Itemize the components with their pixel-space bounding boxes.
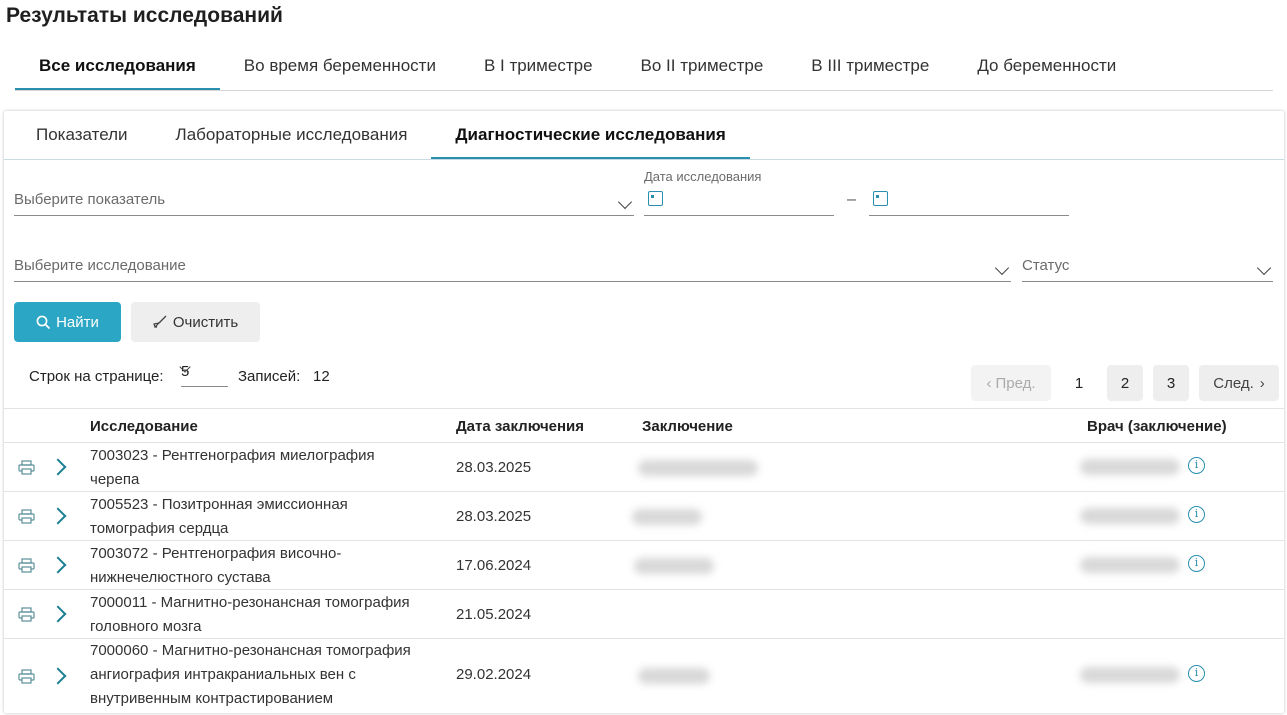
- study-name-line: 7000060 - Магнитно-резонансная томографи…: [90, 642, 411, 659]
- study-name-line: 7000011 - Магнитно-резонансная томографи…: [90, 594, 410, 611]
- table-row[interactable]: 7003023 - Рентгенография миелография чер…: [4, 443, 1284, 492]
- records-count: 12: [313, 368, 330, 385]
- next-page-button[interactable]: След. ›: [1199, 365, 1279, 401]
- study-name-line: нижнечелюстного сустава: [90, 569, 271, 586]
- chevron-right-icon[interactable]: [49, 667, 67, 685]
- tab-indicators[interactable]: Показатели: [12, 111, 152, 159]
- study-name-line: 7003072 - Рентгенография височно-: [90, 545, 342, 562]
- header-doctor[interactable]: Врач (заключение): [1087, 418, 1227, 435]
- chevron-right-icon[interactable]: [49, 556, 67, 574]
- period-tabs: Все исследования Во время беременности В…: [15, 44, 1273, 91]
- doctor-redacted: [1080, 667, 1180, 683]
- doctor-redacted: [1080, 557, 1180, 573]
- date-separator: –: [847, 191, 856, 208]
- study-name-line: головного мозга: [90, 618, 202, 635]
- chevron-right-icon[interactable]: [49, 507, 67, 525]
- rows-per-page-label: Строк на странице:: [29, 368, 164, 385]
- table-row[interactable]: 7000060 - Магнитно-резонансная томографи…: [4, 639, 1284, 713]
- info-icon[interactable]: i: [1188, 665, 1205, 682]
- prev-page-label: Пред.: [995, 374, 1036, 392]
- chevron-down-icon: [617, 194, 633, 210]
- page-button-1[interactable]: 1: [1061, 365, 1097, 401]
- study-name-line: внутривенным контрастированием: [90, 690, 334, 707]
- prev-page-button[interactable]: ‹ Пред.: [971, 365, 1051, 401]
- tab-lab-studies[interactable]: Лабораторные исследования: [152, 111, 432, 159]
- table-row[interactable]: 7000011 - Магнитно-резонансная томографи…: [4, 590, 1284, 639]
- conclusion-date: 29.02.2024: [456, 666, 532, 683]
- header-study[interactable]: Исследование: [90, 418, 198, 435]
- conclusion-date: 28.03.2025: [456, 459, 532, 476]
- study-name-line: томография сердца: [90, 520, 229, 537]
- chevron-left-icon: ‹: [986, 374, 992, 392]
- indicator-select[interactable]: Выберите показатель: [14, 183, 634, 216]
- tab-during-pregnancy[interactable]: Во время беременности: [220, 44, 460, 90]
- tab-trimester-1[interactable]: В I триместре: [460, 44, 617, 90]
- chevron-down-icon: [1256, 260, 1272, 276]
- rows-per-page-select[interactable]: 5: [179, 361, 228, 387]
- find-button[interactable]: Найти: [14, 302, 121, 342]
- next-page-label: След.: [1213, 374, 1254, 392]
- calendar-icon[interactable]: [873, 191, 888, 206]
- doctor-redacted: [1080, 508, 1180, 524]
- printer-icon[interactable]: [18, 669, 35, 684]
- page-title: Результаты исследований: [6, 4, 283, 27]
- study-type-tabs: Показатели Лабораторные исследования Диа…: [4, 111, 1284, 160]
- tab-trimester-2[interactable]: Во II триместре: [617, 44, 788, 90]
- indicator-placeholder: Выберите показатель: [14, 191, 166, 208]
- conclusion-redacted: [638, 668, 710, 684]
- conclusion-date: 28.03.2025: [456, 508, 532, 525]
- date-label: Дата исследования: [644, 169, 762, 184]
- header-date[interactable]: Дата заключения: [456, 418, 584, 435]
- broom-icon: [153, 315, 167, 329]
- results-card: Показатели Лабораторные исследования Диа…: [4, 111, 1284, 713]
- conclusion-date: 21.05.2024: [456, 606, 532, 623]
- header-conclusion[interactable]: Заключение: [642, 418, 733, 435]
- table-row[interactable]: 7005523 - Позитронная эмиссионная томогр…: [4, 492, 1284, 541]
- study-name-line: черепа: [90, 471, 140, 488]
- conclusion-redacted: [632, 509, 702, 525]
- conclusion-date: 17.06.2024: [456, 557, 532, 574]
- table-header: Исследование Дата заключения Заключение …: [4, 408, 1284, 443]
- chevron-right-icon[interactable]: [49, 605, 67, 623]
- clear-button[interactable]: Очистить: [131, 302, 260, 342]
- study-placeholder: Выберите исследование: [14, 257, 186, 274]
- clear-button-label: Очистить: [172, 313, 239, 331]
- conclusion-redacted: [638, 460, 758, 476]
- printer-icon[interactable]: [18, 509, 35, 524]
- date-from-field[interactable]: [644, 187, 834, 216]
- doctor-redacted: [1080, 459, 1180, 475]
- tab-diagnostic-studies[interactable]: Диагностические исследования: [431, 111, 750, 159]
- conclusion-redacted: [634, 558, 714, 574]
- info-icon[interactable]: i: [1188, 457, 1205, 474]
- study-name-line: ангиография интракраниальных вен с: [90, 666, 356, 683]
- tab-before-pregnancy[interactable]: До беременности: [953, 44, 1140, 90]
- chevron-right-icon[interactable]: [49, 458, 67, 476]
- chevron-right-icon: ›: [1259, 374, 1265, 392]
- info-icon[interactable]: i: [1188, 506, 1205, 523]
- tab-all-studies[interactable]: Все исследования: [15, 44, 220, 90]
- study-name-line: 7003023 - Рентгенография миелография: [90, 447, 375, 464]
- find-button-label: Найти: [56, 313, 99, 331]
- study-name-line: 7005523 - Позитронная эмиссионная: [90, 496, 348, 513]
- printer-icon[interactable]: [18, 607, 35, 622]
- printer-icon[interactable]: [18, 460, 35, 475]
- printer-icon[interactable]: [18, 558, 35, 573]
- status-select[interactable]: Статус: [1022, 249, 1273, 282]
- calendar-icon[interactable]: [648, 191, 663, 206]
- chevron-down-icon: [994, 260, 1010, 276]
- table-row[interactable]: 7003072 - Рентгенография височно- нижнеч…: [4, 541, 1284, 590]
- search-icon: [36, 315, 51, 329]
- info-icon[interactable]: i: [1188, 555, 1205, 572]
- status-placeholder: Статус: [1022, 257, 1070, 274]
- page-button-2[interactable]: 2: [1107, 365, 1143, 401]
- page-button-3[interactable]: 3: [1153, 365, 1189, 401]
- records-label: Записей:: [238, 368, 301, 385]
- date-to-field[interactable]: [869, 187, 1069, 216]
- tab-trimester-3[interactable]: В III триместре: [787, 44, 953, 90]
- study-select[interactable]: Выберите исследование: [14, 249, 1011, 282]
